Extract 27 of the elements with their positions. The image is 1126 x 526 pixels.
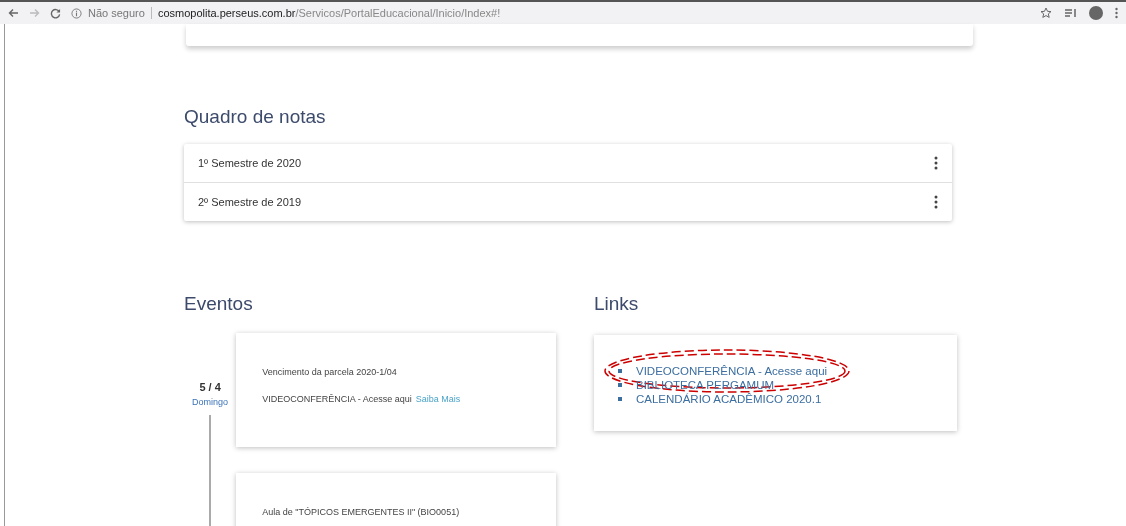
reload-icon[interactable]: [50, 7, 61, 19]
grade-row[interactable]: 1º Semestre de 2020: [184, 144, 952, 183]
saiba-mais-link[interactable]: Saiba Mais: [415, 394, 461, 404]
more-icon[interactable]: [934, 156, 938, 170]
address-field[interactable]: cosmopolita.perseus.com.br/Servicos/PortalEducacional/Inicio/Index#!: [157, 7, 501, 19]
section-title: Links: [594, 293, 640, 315]
bullet-icon: [618, 369, 622, 373]
security-label: Não seguro: [88, 7, 145, 19]
event-text: Aula de "TÓPICOS EMERGENTES II" (BIO0051): [262, 507, 461, 517]
menu-icon[interactable]: [1115, 7, 1118, 19]
playlist-icon[interactable]: [1064, 7, 1077, 19]
event-text: Vencimento da parcela 2020-1/04: [262, 367, 398, 377]
avatar-icon[interactable]: [1089, 6, 1103, 20]
info-icon[interactable]: [71, 7, 82, 19]
event-weekday: Domingo: [192, 397, 229, 407]
section-title: Quadro de notas: [184, 106, 327, 128]
grade-row[interactable]: 2º Semestre de 2019: [184, 183, 952, 221]
section-title: Eventos: [184, 293, 254, 315]
star-icon[interactable]: [1040, 7, 1052, 19]
event-date: 5 / 4: [199, 381, 221, 393]
event-text: VIDEOCONFERÊNCIA - Acesse aqui: [262, 394, 412, 404]
more-icon[interactable]: [934, 195, 938, 209]
link-item[interactable]: CALENDÁRIO ACADÊMICO 2020.1: [636, 393, 822, 405]
back-icon[interactable]: [8, 8, 19, 18]
bullet-icon: [618, 383, 622, 387]
link-item[interactable]: VIDEOCONFERÊNCIA - Acesse aqui: [636, 365, 828, 377]
bullet-icon: [618, 397, 622, 401]
